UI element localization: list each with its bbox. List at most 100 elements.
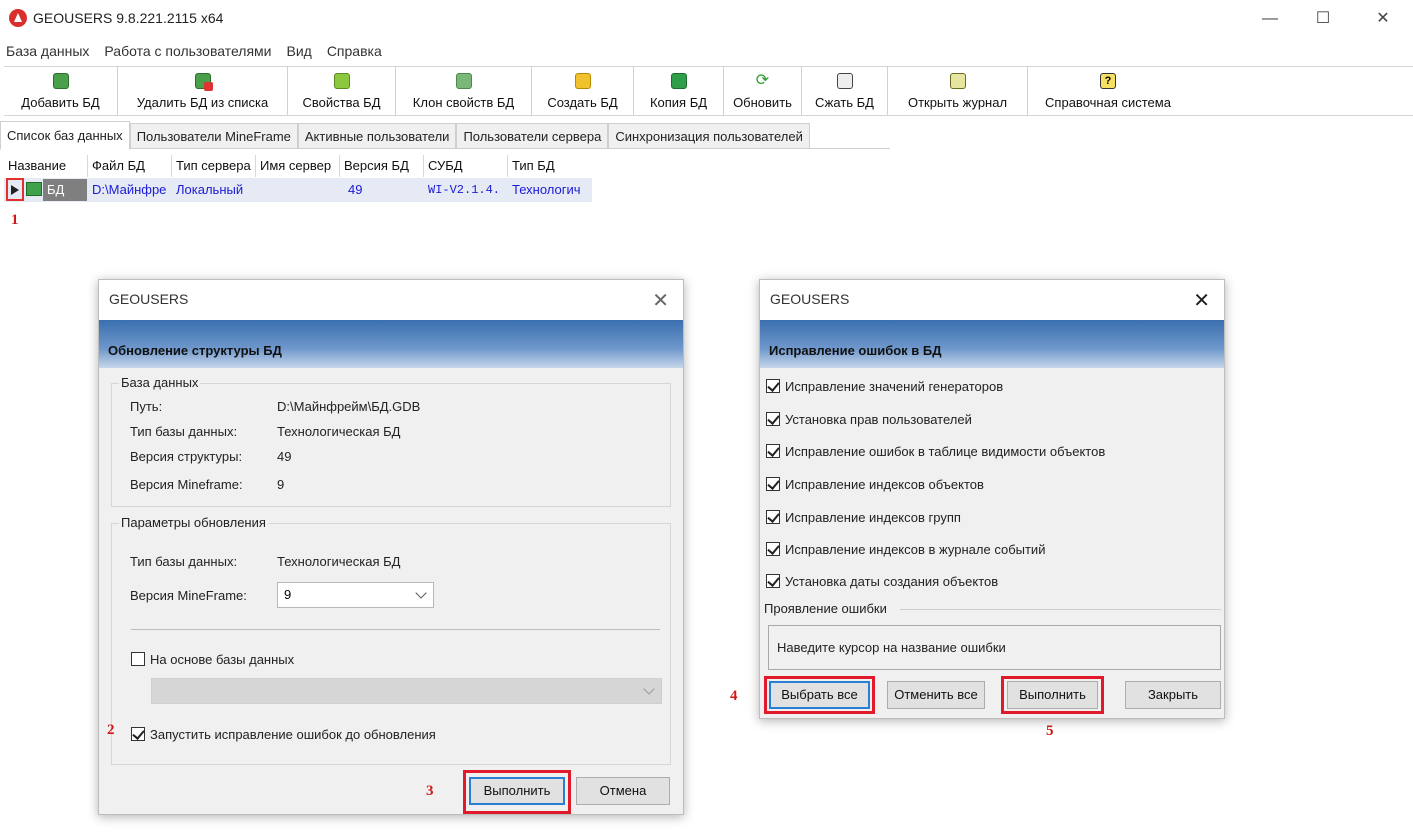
- mineframe-version-label: Версия Mineframe:: [130, 477, 243, 492]
- tab-sync-users[interactable]: Синхронизация пользователей: [608, 123, 810, 149]
- params-db-type-label: Тип базы данных:: [130, 554, 238, 569]
- option-checkbox[interactable]: [766, 542, 780, 556]
- structure-version-value: 49: [277, 449, 292, 464]
- option-checkbox[interactable]: [766, 510, 780, 524]
- step-marker-4: 4: [730, 688, 738, 704]
- table-row[interactable]: D:\Майнфре Локальный 49 WI-V2.1.4. Техно…: [4, 178, 592, 202]
- option-label[interactable]: Исправление индексов в журнале событий: [785, 542, 1045, 557]
- cancel-button[interactable]: Отмена: [576, 777, 670, 805]
- close-button[interactable]: Закрыть: [1125, 681, 1221, 709]
- close-icon[interactable]: ✕: [652, 288, 669, 313]
- maximize-button[interactable]: ☐: [1300, 6, 1346, 32]
- mineframe-version-select[interactable]: 9: [277, 582, 434, 608]
- database-group-title: База данных: [119, 375, 201, 390]
- compress-db-icon: [836, 73, 853, 89]
- mineframe-version-value: 9: [277, 477, 285, 492]
- run-fix-checkbox[interactable]: [131, 727, 145, 741]
- grid-header: Название Файл БД Тип сервера Имя сервер …: [4, 155, 592, 177]
- deselect-all-button[interactable]: Отменить все: [887, 681, 985, 709]
- column-header-file[interactable]: Файл БД: [88, 155, 172, 177]
- option-checkbox[interactable]: [766, 379, 780, 393]
- cell-server-name[interactable]: [256, 178, 340, 202]
- refresh-button[interactable]: ⟳ Обновить: [724, 67, 802, 115]
- tab-bar: Список баз данных Пользователи MineFrame…: [0, 121, 810, 150]
- close-icon[interactable]: ✕: [1193, 288, 1210, 313]
- column-header-server-name[interactable]: Имя сервер: [256, 155, 340, 177]
- option-label[interactable]: Исправление индексов групп: [785, 510, 961, 525]
- params-mineframe-label: Версия MineFrame:: [130, 588, 247, 603]
- copy-db-button[interactable]: Копия БД: [634, 67, 724, 115]
- path-label: Путь:: [130, 399, 163, 414]
- option-label[interactable]: Установка прав пользователей: [785, 412, 972, 427]
- clone-properties-icon: [455, 73, 472, 89]
- select-all-button[interactable]: Выбрать все: [769, 681, 870, 709]
- menu-users[interactable]: Работа с пользователями: [98, 40, 280, 62]
- menu-view[interactable]: Вид: [280, 40, 320, 62]
- separator: [900, 609, 1221, 610]
- compress-db-button[interactable]: Сжать БД: [802, 67, 888, 115]
- column-header-dbms[interactable]: СУБД: [424, 155, 508, 177]
- column-header-name[interactable]: Название: [4, 155, 88, 177]
- dialog-header: Обновление структуры БД: [99, 320, 683, 368]
- row-selector-arrow-icon[interactable]: [6, 178, 24, 201]
- update-structure-dialog: GEOUSERS ✕ Обновление структуры БД База …: [98, 279, 684, 815]
- cell-db-type[interactable]: Технологич: [508, 178, 592, 202]
- menu-bar: База данных Работа с пользователями Вид …: [0, 40, 920, 62]
- remove-db-button[interactable]: Удалить БД из списка: [118, 67, 288, 115]
- dialog-header: Исправление ошибок в БД: [760, 320, 1224, 368]
- close-window-button[interactable]: ✕: [1360, 6, 1406, 32]
- add-db-button[interactable]: Добавить БД: [4, 67, 118, 115]
- params-db-type-value: Технологическая БД: [277, 554, 401, 569]
- db-properties-label: Свойства БД: [302, 95, 381, 110]
- tab-mineframe-users[interactable]: Пользователи MineFrame: [129, 123, 298, 149]
- tab-active-users[interactable]: Активные пользователи: [297, 123, 457, 149]
- tab-server-users[interactable]: Пользователи сервера: [456, 123, 609, 149]
- execute-update-button[interactable]: Выполнить: [469, 777, 565, 805]
- based-on-db-label[interactable]: На основе базы данных: [150, 652, 294, 667]
- option-label[interactable]: Исправление индексов объектов: [785, 477, 984, 492]
- create-db-button[interactable]: Создать БД: [532, 67, 634, 115]
- column-header-server-type[interactable]: Тип сервера: [172, 155, 256, 177]
- menu-help[interactable]: Справка: [321, 40, 391, 62]
- column-header-version[interactable]: Версия БД: [340, 155, 424, 177]
- chevron-down-icon: [643, 683, 655, 695]
- compress-db-label: Сжать БД: [815, 95, 874, 110]
- db-properties-button[interactable]: Свойства БД: [288, 67, 396, 115]
- menu-database[interactable]: База данных: [0, 40, 98, 62]
- execute-fix-button[interactable]: Выполнить: [1007, 681, 1098, 709]
- cell-dbms[interactable]: WI-V2.1.4.: [424, 178, 508, 202]
- dialog-title: GEOUSERS: [99, 280, 683, 320]
- create-db-label: Создать БД: [547, 95, 618, 110]
- option-label[interactable]: Исправление ошибок в таблице видимости о…: [785, 444, 1105, 459]
- base-db-select[interactable]: [151, 678, 662, 704]
- tab-db-list[interactable]: Список баз данных: [0, 121, 130, 150]
- structure-version-label: Версия структуры:: [130, 449, 243, 464]
- clone-properties-label: Клон свойств БД: [412, 95, 515, 110]
- option-label[interactable]: Исправление значений генераторов: [785, 379, 1003, 394]
- run-fix-label[interactable]: Запустить исправление ошибок до обновлен…: [150, 727, 436, 742]
- help-system-button[interactable]: ? Справочная система: [1028, 67, 1188, 115]
- option-checkbox[interactable]: [766, 477, 780, 491]
- option-label[interactable]: Установка даты создания объектов: [785, 574, 998, 589]
- cell-server-type[interactable]: Локальный: [172, 178, 256, 202]
- option-checkbox[interactable]: [766, 574, 780, 588]
- refresh-icon: ⟳: [755, 72, 770, 89]
- option-checkbox[interactable]: [766, 444, 780, 458]
- option-checkbox[interactable]: [766, 412, 780, 426]
- clone-properties-button[interactable]: Клон свойств БД: [396, 67, 532, 115]
- cell-name[interactable]: БД: [43, 179, 87, 201]
- toolbar: Добавить БД Удалить БД из списка Свойств…: [4, 66, 1413, 116]
- error-manifest-text: Наведите курсор на название ошибки: [777, 640, 1006, 655]
- based-on-db-checkbox[interactable]: [131, 652, 145, 666]
- open-journal-button[interactable]: Открыть журнал: [888, 67, 1028, 115]
- dialog-title: GEOUSERS: [760, 280, 1224, 320]
- cell-file[interactable]: D:\Майнфре: [88, 178, 172, 202]
- cell-version[interactable]: 49: [340, 178, 424, 202]
- db-type-label: Тип базы данных:: [130, 424, 238, 439]
- copy-db-label: Копия БД: [649, 95, 708, 110]
- dialog-header-text: Обновление структуры БД: [108, 343, 282, 358]
- help-system-label: Справочная система: [1045, 95, 1171, 110]
- help-icon: ?: [1100, 73, 1116, 89]
- column-header-db-type[interactable]: Тип БД: [508, 155, 592, 177]
- minimize-button[interactable]: —: [1247, 6, 1293, 32]
